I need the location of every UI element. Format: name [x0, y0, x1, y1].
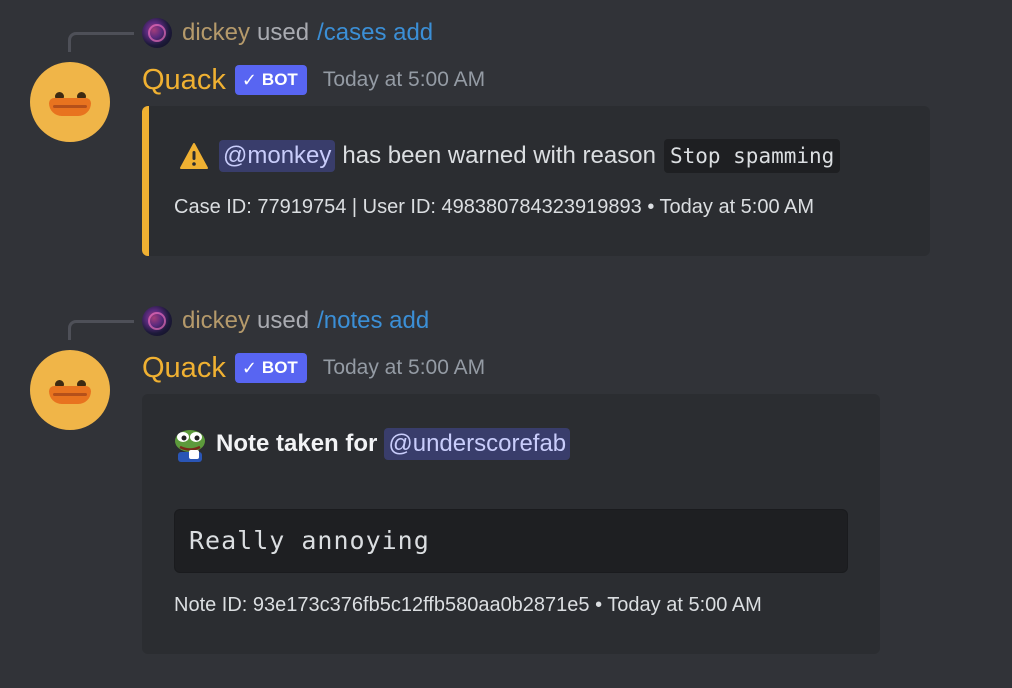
avatar[interactable] [30, 350, 110, 430]
slash-command-link[interactable]: /cases add [317, 19, 433, 47]
reply-username[interactable]: dickey [182, 307, 250, 335]
message-header: Quack ✓ BOT Today at 5:00 AM [142, 348, 485, 388]
embed-text: has been warned with reason [342, 142, 656, 169]
verified-check-icon: ✓ [241, 357, 257, 378]
reply-reference[interactable]: dickey used /notes add [142, 304, 429, 338]
reply-avatar[interactable] [142, 306, 172, 336]
pepe-emoji-icon [172, 426, 208, 462]
note-embed: Note taken for @underscorefab Really ann… [142, 394, 880, 654]
duck-beak [49, 386, 91, 404]
warning-embed: @monkey has been warned with reason Stop… [142, 106, 930, 256]
reply-avatar[interactable] [142, 18, 172, 48]
reply-connector [68, 32, 134, 52]
note-code-block: Really annoying [174, 509, 848, 573]
reply-used-label: used [257, 19, 310, 46]
reply-used-label: used [257, 307, 310, 334]
avatar[interactable] [30, 62, 110, 142]
reply-connector [68, 320, 134, 340]
user-mention[interactable]: @monkey [219, 140, 336, 172]
slash-command-link[interactable]: /notes add [317, 307, 429, 335]
embed-footer: Note ID: 93e173c376fb5c12ffb580aa0b2871e… [174, 594, 762, 616]
user-mention[interactable]: @underscorefab [384, 428, 571, 460]
author-username[interactable]: Quack [142, 64, 226, 97]
embed-description: @monkey has been warned with reason Stop… [179, 136, 841, 176]
bot-badge-label: BOT [261, 358, 298, 377]
message-timestamp[interactable]: Today at 5:00 AM [323, 356, 485, 380]
reply-reference[interactable]: dickey used /cases add [142, 16, 433, 50]
verified-check-icon: ✓ [241, 69, 257, 90]
author-username[interactable]: Quack [142, 352, 226, 385]
bot-badge: ✓ BOT [234, 353, 307, 383]
message-header: Quack ✓ BOT Today at 5:00 AM [142, 60, 485, 100]
bot-badge-label: BOT [261, 70, 298, 89]
embed-title: Note taken for @underscorefab [172, 424, 571, 464]
warning-icon [179, 142, 209, 170]
reply-username[interactable]: dickey [182, 19, 250, 47]
embed-footer: Case ID: 77919754 | User ID: 49838078432… [174, 196, 815, 218]
duck-beak [49, 98, 91, 116]
note-title-text: Note taken for [216, 430, 378, 457]
reason-code: Stop spamming [663, 139, 841, 173]
message-timestamp[interactable]: Today at 5:00 AM [323, 68, 485, 92]
bot-badge: ✓ BOT [234, 65, 307, 95]
